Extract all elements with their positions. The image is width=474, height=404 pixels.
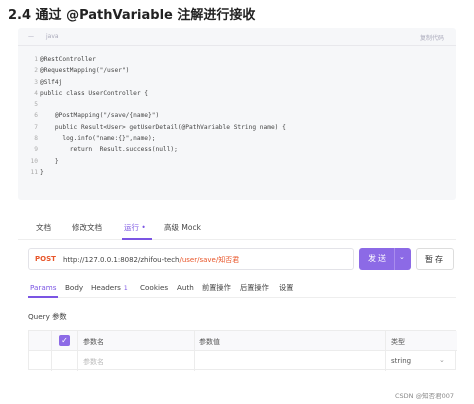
code-lines: 1 @RestController 2 @RequestMapping("/user"… [18,54,286,178]
tab-advanced-mock[interactable]: 高级 Mock [164,222,201,233]
code-line: 6 @PostMapping("/save/{name}") [18,110,286,121]
tab-run[interactable]: 运行 • [124,222,146,233]
line-number: 6 [34,112,38,120]
tab-params[interactable]: Params [30,283,57,292]
tab-headers[interactable]: Headers 1 [91,283,128,292]
code-toolbar: — java 复制代码 [18,28,456,46]
url-prefix: http://127.0.0.1:8082/zhifou-tech [63,256,180,264]
tab-docs[interactable]: 文档 [36,222,51,233]
code-line: 10 } [18,156,286,167]
column-header-value: 参数值 [199,338,220,346]
request-bar: POST http://127.0.0.1:8082/zhifou-tech/u… [28,248,354,270]
active-tab-indicator [122,238,152,240]
code-dash: — [28,33,34,40]
code-block: — java 复制代码 1 @RestController 2 @RequestMap… [18,28,456,200]
code-line: 4 public class UserController { [18,88,286,99]
code-line: 7 public Result<User> getUserDetail(@Pat… [18,122,286,133]
tab-body[interactable]: Body [65,283,83,292]
param-name-input[interactable]: 参数名 [83,357,104,367]
column-divider [385,351,386,371]
line-number: 8 [34,135,38,143]
query-params-title: Query 参数 [28,312,67,321]
code-line: 8 log.info("name:{}",name); [18,133,286,144]
active-subtab-indicator [28,296,58,298]
line-number: 4 [34,89,38,97]
column-divider [77,331,78,351]
line-text: return Result.success(null); [40,146,178,154]
line-number: 2 [34,67,38,75]
chevron-down-icon[interactable]: ⌄ [439,356,445,364]
tab-headers-label: Headers [91,283,121,292]
tab-post-operations[interactable]: 后置操作 [240,283,269,293]
tab-edit-docs[interactable]: 修改文档 [72,222,102,233]
line-number: 9 [34,146,38,154]
line-number: 5 [34,101,38,109]
line-number: 7 [34,123,38,131]
line-text: } [40,157,59,165]
copy-code-button[interactable]: 复制代码 [420,33,444,42]
tab-settings[interactable]: 设置 [279,283,293,293]
column-divider [77,351,78,371]
code-line: 11} [18,167,286,178]
code-line: 1 @RestController [18,54,286,65]
line-number: 3 [34,78,38,86]
line-text: @RestController [40,56,96,63]
line-text: @Slf4j [40,78,63,86]
line-number: 1 [34,56,38,63]
code-line: 9 return Result.success(null); [18,144,286,155]
send-divider [394,248,395,270]
line-text: @RequestMapping("/user") [40,67,130,75]
column-divider [51,331,52,351]
headers-count-badge: 1 [123,285,128,292]
tab-pre-operations[interactable]: 前置操作 [202,283,231,293]
url-path: /user/save/知否君 [179,256,240,264]
param-type-select[interactable]: string [391,357,411,365]
param-value-input[interactable] [199,357,379,367]
column-header-type: 类型 [391,338,405,346]
top-tab-bar: 文档 修改文档 运行 • 高级 Mock [18,214,456,240]
chevron-down-icon[interactable]: ⌄ [399,253,405,261]
tab-auth[interactable]: Auth [177,283,194,292]
column-divider [385,331,386,351]
line-text: public Result<User> getUserDetail(@PathV… [40,123,286,131]
http-method-select[interactable]: POST [35,255,56,263]
watermark: CSDN @知否君007 [394,392,454,400]
save-draft-label: 暂存 [425,255,445,264]
column-divider [51,351,52,371]
line-text: log.info("name:{}",name); [40,135,156,143]
send-button[interactable]: 发送 ⌄ [359,248,411,270]
table-header-row: ✓ 参数名 参数值 类型 [29,331,457,351]
column-divider [194,351,195,371]
code-line: 2 @RequestMapping("/user") [18,65,286,76]
code-line: 3 @Slf4j [18,77,286,88]
request-sub-tabs: Params Body Headers 1 Cookies Auth 前置操作 后… [28,280,456,298]
code-language-label: java [46,33,59,40]
select-all-checkbox[interactable]: ✓ [59,335,70,346]
column-header-name: 参数名 [83,338,104,346]
query-params-table: ✓ 参数名 参数值 类型 参数名 string ⌄ [28,330,457,371]
line-number: 11 [30,168,38,176]
tab-cookies[interactable]: Cookies [140,283,168,292]
table-row: 参数名 string ⌄ [29,351,457,371]
line-text: @PostMapping("/save/{name}") [40,112,160,120]
line-text: } [40,168,44,176]
send-label: 发送 [368,254,388,263]
save-draft-button[interactable]: 暂存 [416,248,454,270]
line-number: 10 [30,157,38,165]
column-divider [194,331,195,351]
url-input[interactable]: http://127.0.0.1:8082/zhifou-tech/user/s… [63,255,239,265]
page-title: 2.4 通过 @PathVariable 注解进行接收 [8,8,256,23]
line-text: public class UserController { [40,89,149,97]
code-line: 5 [18,99,286,110]
